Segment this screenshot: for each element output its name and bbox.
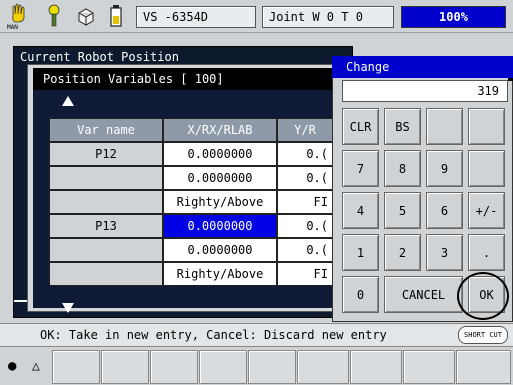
key-0[interactable]: 0: [342, 276, 379, 313]
table-cell-value[interactable]: FI: [277, 262, 333, 286]
header-var-name: Var name: [49, 118, 163, 142]
clr-key[interactable]: CLR: [342, 108, 379, 145]
teach-pendant-icon[interactable]: [40, 2, 68, 30]
cancel-button[interactable]: CANCEL: [384, 276, 463, 313]
position-variables-title: Position Variables [ 100]: [33, 68, 353, 90]
robot-name-field[interactable]: VS -6354D: [136, 6, 256, 28]
table-cell-value[interactable]: 0.(: [277, 166, 333, 190]
table-cell-value[interactable]: 0.(: [277, 142, 333, 166]
table-cell-value[interactable]: 0.(: [277, 238, 333, 262]
table-row-name[interactable]: [49, 190, 163, 214]
scroll-up-arrow-icon[interactable]: [62, 96, 74, 106]
table-cell-value[interactable]: FI: [277, 190, 333, 214]
shortcut-button[interactable]: SHORT CUT: [458, 326, 508, 344]
function-key-7[interactable]: [350, 350, 402, 384]
coordinate-mode-field[interactable]: Joint W 0 T 0: [262, 6, 394, 28]
table-cell-value[interactable]: 0.0000000: [163, 142, 277, 166]
key-2[interactable]: 2: [384, 234, 421, 271]
function-key-6[interactable]: [297, 350, 349, 384]
manual-mode-icon[interactable]: MAN: [6, 2, 34, 31]
table-row-name[interactable]: [49, 238, 163, 262]
table-cell-value[interactable]: Righty/Above: [163, 262, 277, 286]
shortcut-label: SHORT CUT: [464, 331, 502, 339]
table-row-name[interactable]: [49, 262, 163, 286]
entry-cursor-mark: [508, 78, 513, 81]
table-cell-value[interactable]: 0.0000000: [163, 166, 277, 190]
key-1[interactable]: 1: [342, 234, 379, 271]
blank-key[interactable]: [426, 108, 463, 145]
table-row-name[interactable]: P12: [49, 142, 163, 166]
scroll-down-arrow-icon[interactable]: [62, 303, 74, 313]
battery-icon[interactable]: [102, 2, 130, 30]
key-9[interactable]: 9: [426, 150, 463, 187]
function-key-4[interactable]: [199, 350, 247, 384]
triangle-icon[interactable]: △: [32, 359, 40, 374]
table-cell-selected[interactable]: 0.0000000: [163, 214, 277, 238]
function-key-2[interactable]: [101, 350, 149, 384]
function-key-5[interactable]: [248, 350, 296, 384]
header-x-rx-rlab: X/RX/RLAB: [163, 118, 277, 142]
key-3[interactable]: 3: [426, 234, 463, 271]
status-bar: OK: Take in new entry, Cancel: Discard n…: [0, 323, 513, 347]
entry-field[interactable]: 319: [342, 80, 508, 102]
sign-toggle-key[interactable]: +/-: [468, 192, 505, 229]
change-dialog-title: Change: [332, 56, 513, 78]
blank-key[interactable]: [468, 108, 505, 145]
function-key-3[interactable]: [150, 350, 198, 384]
decimal-key[interactable]: .: [468, 234, 505, 271]
key-7[interactable]: 7: [342, 150, 379, 187]
record-dot-icon[interactable]: ●: [8, 358, 16, 374]
function-key-9[interactable]: [456, 350, 511, 384]
key-5[interactable]: 5: [384, 192, 421, 229]
man-label: MAN: [7, 24, 18, 31]
status-message: OK: Take in new entry, Cancel: Discard n…: [40, 328, 387, 342]
function-key-1[interactable]: [52, 350, 100, 384]
table-cell-value[interactable]: 0.0000000: [163, 238, 277, 262]
function-key-8[interactable]: [403, 350, 455, 384]
speed-indicator[interactable]: 100%: [401, 6, 506, 28]
table-row-name[interactable]: P13: [49, 214, 163, 238]
key-4[interactable]: 4: [342, 192, 379, 229]
header-y-r: Y/R: [277, 118, 333, 142]
blank-key[interactable]: [468, 150, 505, 187]
key-6[interactable]: 6: [426, 192, 463, 229]
table-cell-value[interactable]: Righty/Above: [163, 190, 277, 214]
ok-highlight-ring: [457, 272, 509, 320]
workpiece-icon[interactable]: [72, 2, 100, 30]
table-cell-value[interactable]: 0.(: [277, 214, 333, 238]
table-row-name[interactable]: [49, 166, 163, 190]
bs-key[interactable]: BS: [384, 108, 421, 145]
key-8[interactable]: 8: [384, 150, 421, 187]
